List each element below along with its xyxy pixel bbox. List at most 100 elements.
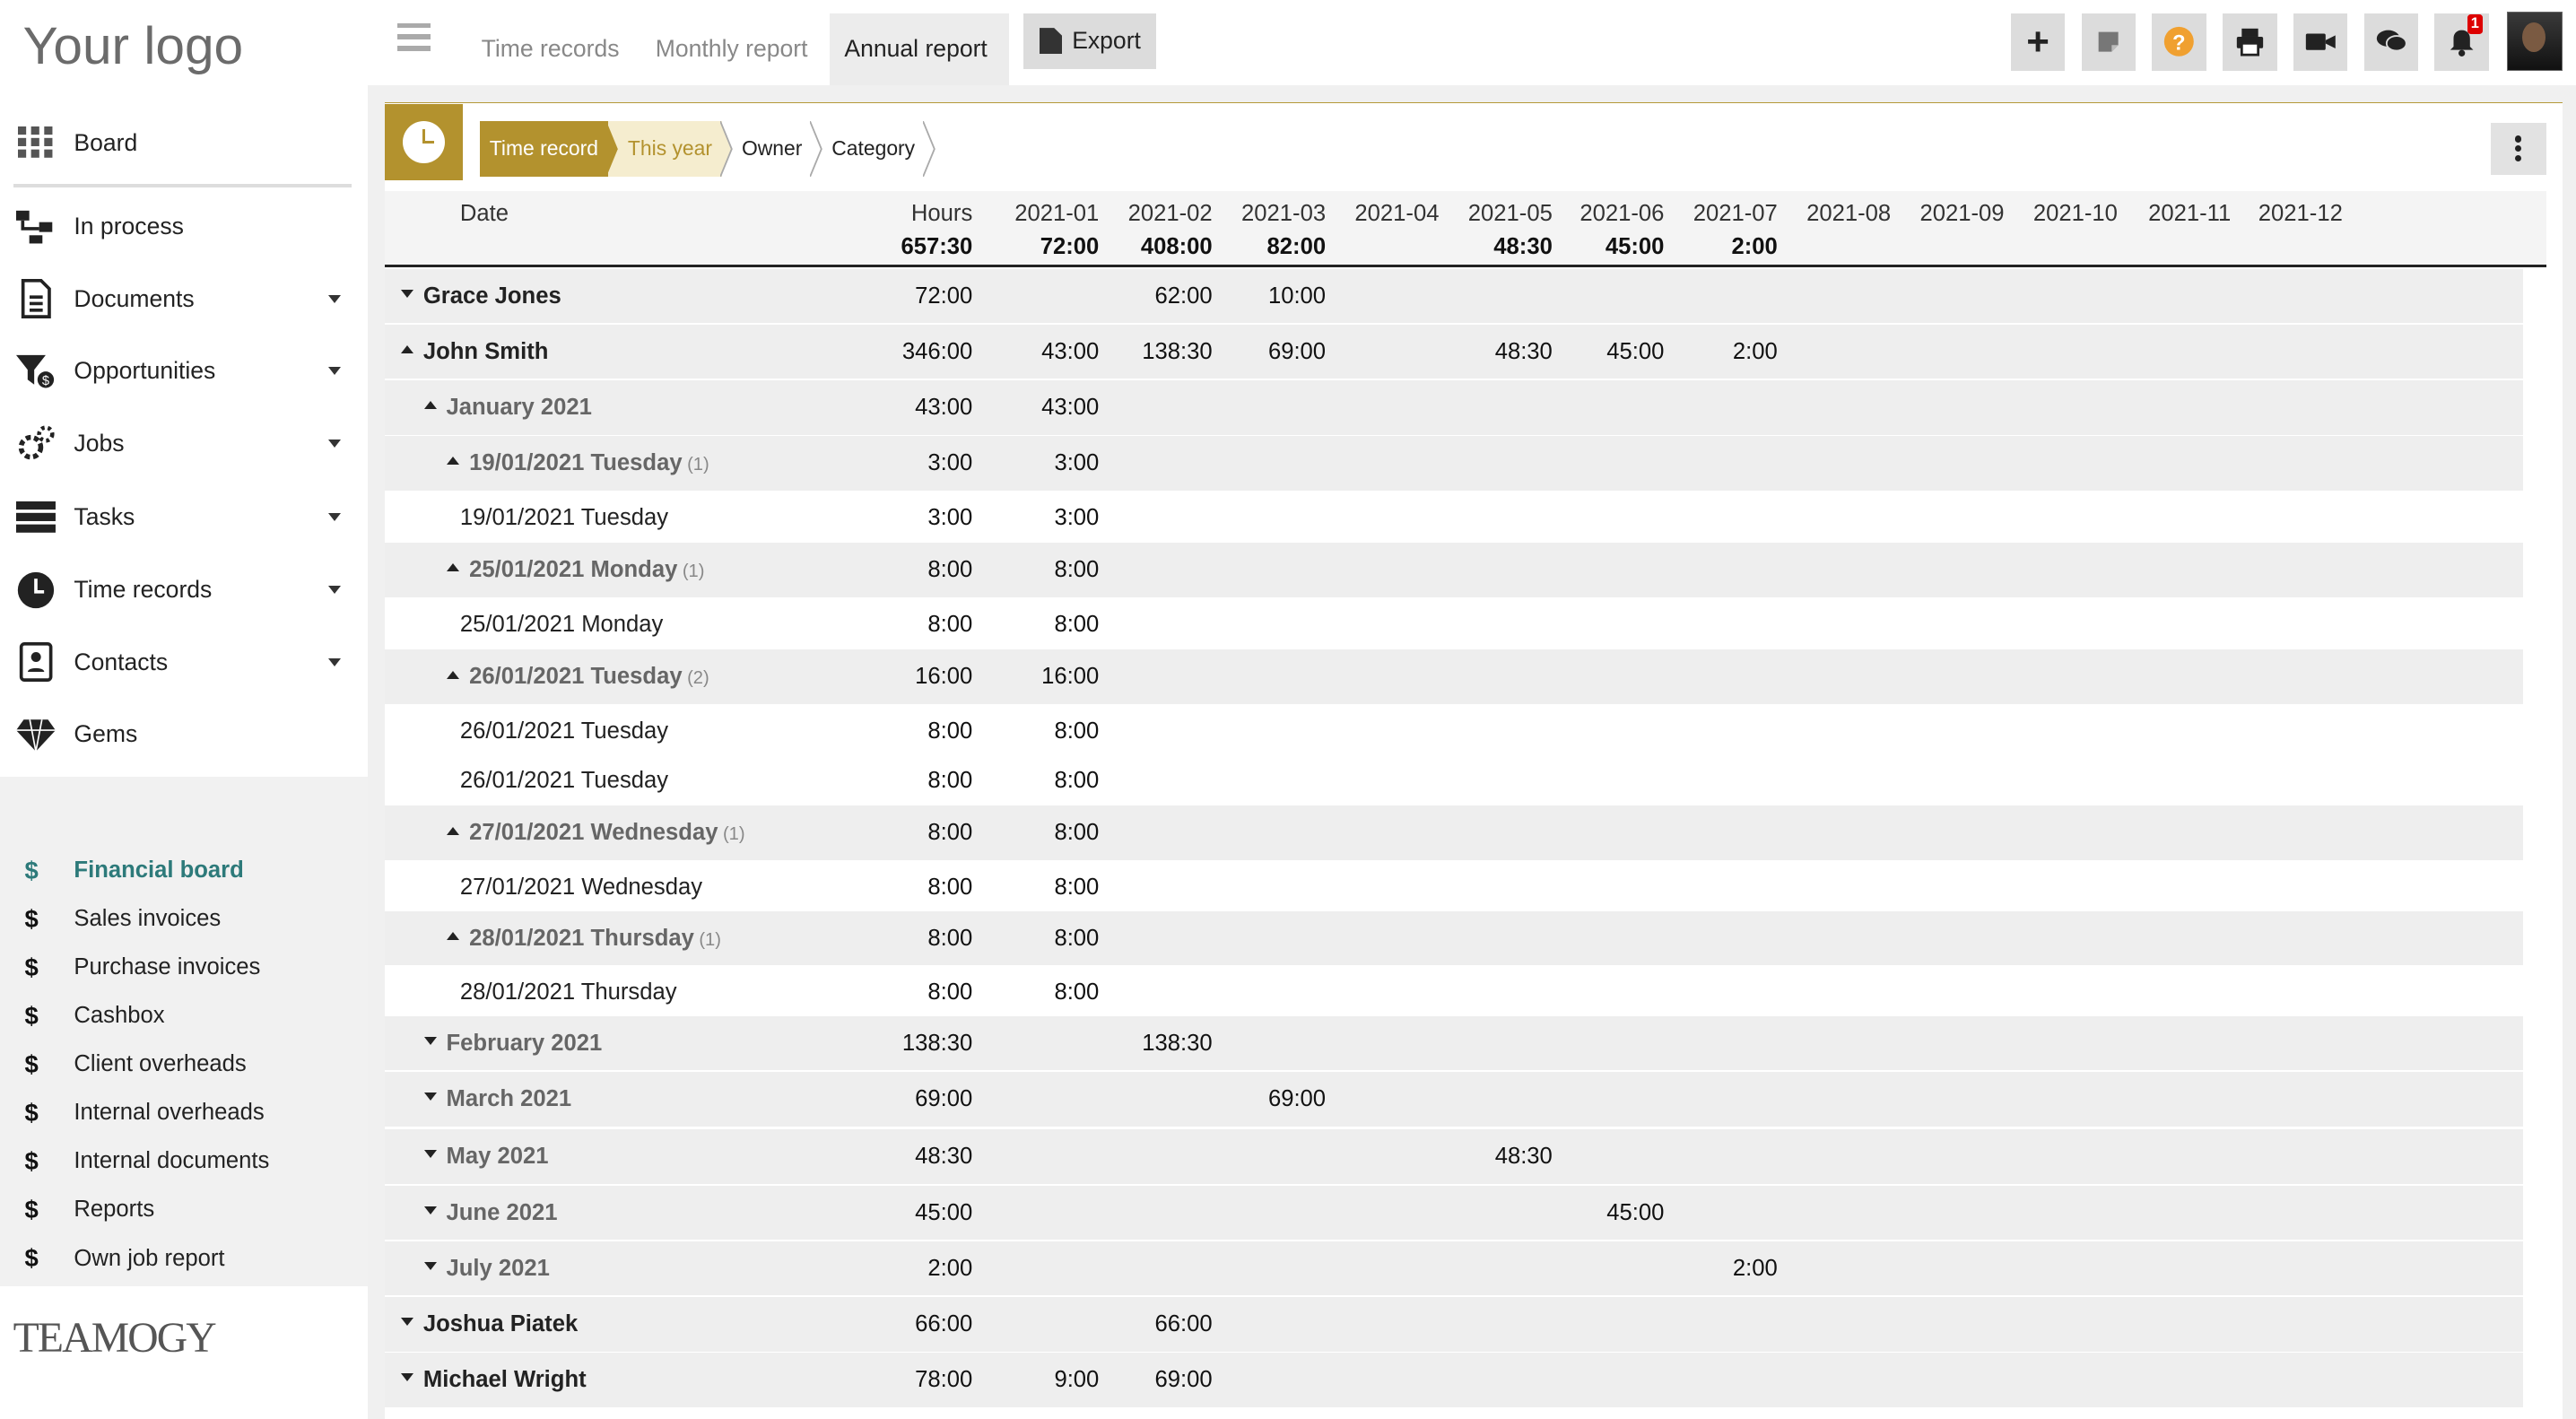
expand-toggle-icon[interactable] — [423, 1206, 437, 1214]
row-label[interactable]: 19/01/2021 Tuesday (1) — [447, 436, 709, 490]
expand-toggle-icon[interactable] — [423, 1093, 437, 1101]
table-row[interactable]: John Smith 346:00 43:00 138:30 69:00 48:30 45:… — [384, 324, 2524, 379]
date-column-header[interactable]: Date — [460, 201, 509, 227]
sidebar-subitem-client-overheads[interactable]: $ Client overheads — [0, 1041, 368, 1087]
breadcrumb-owner[interactable]: Owner — [721, 120, 823, 177]
row-label[interactable]: July 2021 — [423, 1241, 550, 1295]
table-row[interactable]: 28/01/2021 Thursday (1) 8:00 8:00 — [384, 910, 2524, 966]
table-row[interactable]: 27/01/2021 Wednesday (1) 8:00 8:00 — [384, 805, 2524, 860]
breadcrumb-time-record[interactable]: Time record — [479, 120, 618, 177]
sidebar-item-time-records[interactable]: Time records — [0, 557, 368, 622]
table-row[interactable]: June 2021 45:00 45:00 — [384, 1185, 2524, 1240]
row-label[interactable]: February 2021 — [423, 1016, 602, 1070]
month-column-header[interactable]: 2021-04 — [1341, 201, 1439, 227]
sidebar-item-documents[interactable]: Documents — [0, 266, 368, 332]
row-label[interactable]: June 2021 — [423, 1186, 557, 1240]
sidebar-subitem-internal-overheads[interactable]: $ Internal overheads — [0, 1090, 368, 1136]
collapse-toggle-icon[interactable] — [447, 563, 460, 572]
month-column-header[interactable]: 2021-06 — [1565, 201, 1664, 227]
table-row[interactable]: 26/01/2021 Tuesday 8:00 8:00 — [384, 703, 2524, 755]
breadcrumb-this-year[interactable]: This year — [607, 120, 733, 177]
expand-toggle-icon[interactable] — [423, 1261, 437, 1270]
collapse-toggle-icon[interactable] — [447, 931, 460, 940]
expand-toggle-icon[interactable] — [400, 1318, 413, 1327]
user-avatar[interactable] — [2507, 11, 2563, 71]
sidebar-subitem-financial-board[interactable]: $ Financial board — [0, 848, 368, 893]
table-row[interactable]: Grace Jones 72:00 62:00 10:00 — [384, 268, 2524, 323]
table-row[interactable]: May 2021 48:30 48:30 — [384, 1129, 2524, 1184]
collapse-toggle-icon[interactable] — [447, 457, 460, 466]
sidebar-subitem-cashbox[interactable]: $ Cashbox — [0, 993, 368, 1039]
table-row[interactable]: 26/01/2021 Tuesday 8:00 8:00 — [384, 753, 2524, 805]
month-column-header[interactable]: 2021-08 — [1792, 201, 1891, 227]
expand-toggle-icon[interactable] — [423, 1150, 437, 1159]
table-row[interactable]: January 2021 43:00 43:00 — [384, 380, 2524, 435]
expand-toggle-icon[interactable] — [400, 289, 413, 298]
row-label[interactable]: January 2021 — [423, 380, 592, 434]
chat-button[interactable] — [2363, 13, 2419, 71]
month-column-header[interactable]: 2021-07 — [1679, 201, 1778, 227]
month-column-header[interactable]: 2021-01 — [1000, 201, 1099, 227]
hamburger-menu-icon[interactable] — [397, 22, 431, 53]
collapse-toggle-icon[interactable] — [447, 826, 460, 835]
month-column-header[interactable]: 2021-02 — [1114, 201, 1213, 227]
table-row[interactable]: 19/01/2021 Tuesday 3:00 3:00 — [384, 490, 2524, 542]
sidebar-subitem-sales-invoices[interactable]: $ Sales invoices — [0, 896, 368, 942]
table-row[interactable]: Michael Wright 78:00 9:00 69:00 — [384, 1353, 2524, 1407]
month-column-header[interactable]: 2021-05 — [1454, 201, 1553, 227]
collapse-toggle-icon[interactable] — [447, 670, 460, 679]
sidebar-item-tasks[interactable]: Tasks — [0, 484, 368, 550]
table-row[interactable]: February 2021 138:30 138:30 — [384, 1015, 2524, 1071]
table-row[interactable]: 27/01/2021 Wednesday 8:00 8:00 — [384, 859, 2524, 911]
time-record-button[interactable] — [384, 104, 464, 180]
video-button[interactable] — [2293, 13, 2348, 71]
sidebar-item-in-process[interactable]: In process — [0, 194, 368, 259]
month-column-header[interactable]: 2021-10 — [2019, 201, 2118, 227]
sidebar-subitem-purchase-invoices[interactable]: $ Purchase invoices — [0, 945, 368, 990]
breadcrumb-category[interactable]: Category — [812, 120, 936, 177]
collapse-toggle-icon[interactable] — [423, 401, 437, 410]
sidebar-item-board[interactable]: Board — [0, 110, 368, 176]
month-column-header[interactable]: 2021-11 — [2132, 201, 2231, 227]
sidebar-item-jobs[interactable]: Jobs — [0, 411, 368, 476]
table-row[interactable]: Joshua Piatek 66:00 66:00 — [384, 1297, 2524, 1352]
sidebar-subitem-internal-documents[interactable]: $ Internal documents — [0, 1138, 368, 1184]
table-row[interactable]: 25/01/2021 Monday 8:00 8:00 — [384, 596, 2524, 649]
sidebar-subitem-reports[interactable]: $ Reports — [0, 1187, 368, 1232]
sidebar-item-contacts[interactable]: Contacts — [0, 630, 368, 695]
row-label[interactable]: 28/01/2021 Thursday (1) — [447, 911, 721, 965]
tab-monthly-report[interactable]: Monthly report — [640, 13, 822, 86]
table-row[interactable]: July 2021 2:00 2:00 — [384, 1241, 2524, 1296]
row-label[interactable]: Joshua Piatek — [400, 1297, 578, 1351]
notifications-button[interactable]: 1 — [2434, 13, 2489, 71]
sidebar-item-opportunities[interactable]: $ Opportunities — [0, 338, 368, 404]
row-label[interactable]: Grace Jones — [400, 269, 561, 323]
row-label[interactable]: March 2021 — [423, 1072, 571, 1126]
table-row[interactable]: March 2021 69:00 69:00 — [384, 1072, 2524, 1127]
tab-annual-report[interactable]: Annual report — [829, 13, 1009, 86]
row-label[interactable]: 27/01/2021 Wednesday (1) — [447, 805, 745, 859]
month-column-header[interactable]: 2021-09 — [1906, 201, 2004, 227]
collapse-toggle-icon[interactable] — [400, 345, 413, 353]
row-label[interactable]: 25/01/2021 Monday (1) — [447, 543, 704, 596]
table-row[interactable]: 28/01/2021 Thursday 8:00 8:00 — [384, 965, 2524, 1016]
sidebar-item-gems[interactable]: Gems — [0, 701, 368, 767]
month-column-header[interactable]: 2021-03 — [1227, 201, 1326, 227]
print-button[interactable] — [2223, 13, 2277, 71]
expand-toggle-icon[interactable] — [400, 1373, 413, 1382]
month-column-header[interactable]: 2021-12 — [2244, 201, 2343, 227]
row-label[interactable]: 26/01/2021 Tuesday (2) — [447, 649, 709, 703]
hours-column-header[interactable]: Hours — [877, 201, 972, 227]
sidebar-subitem-own-job-report[interactable]: $ Own job report — [0, 1235, 368, 1281]
row-label[interactable]: Michael Wright — [400, 1353, 587, 1406]
notes-button[interactable] — [2081, 13, 2137, 71]
table-row[interactable]: 25/01/2021 Monday (1) 8:00 8:00 — [384, 543, 2524, 597]
table-row[interactable]: 26/01/2021 Tuesday (2) 16:00 16:00 — [384, 649, 2524, 704]
table-row[interactable]: 19/01/2021 Tuesday (1) 3:00 3:00 — [384, 436, 2524, 491]
expand-toggle-icon[interactable] — [423, 1036, 437, 1045]
export-button[interactable]: Export — [1023, 13, 1157, 69]
tab-time-records[interactable]: Time records — [466, 13, 634, 86]
add-button[interactable]: + — [2010, 13, 2066, 71]
more-options-icon[interactable] — [2490, 122, 2546, 176]
help-button[interactable]: ? — [2152, 13, 2206, 71]
